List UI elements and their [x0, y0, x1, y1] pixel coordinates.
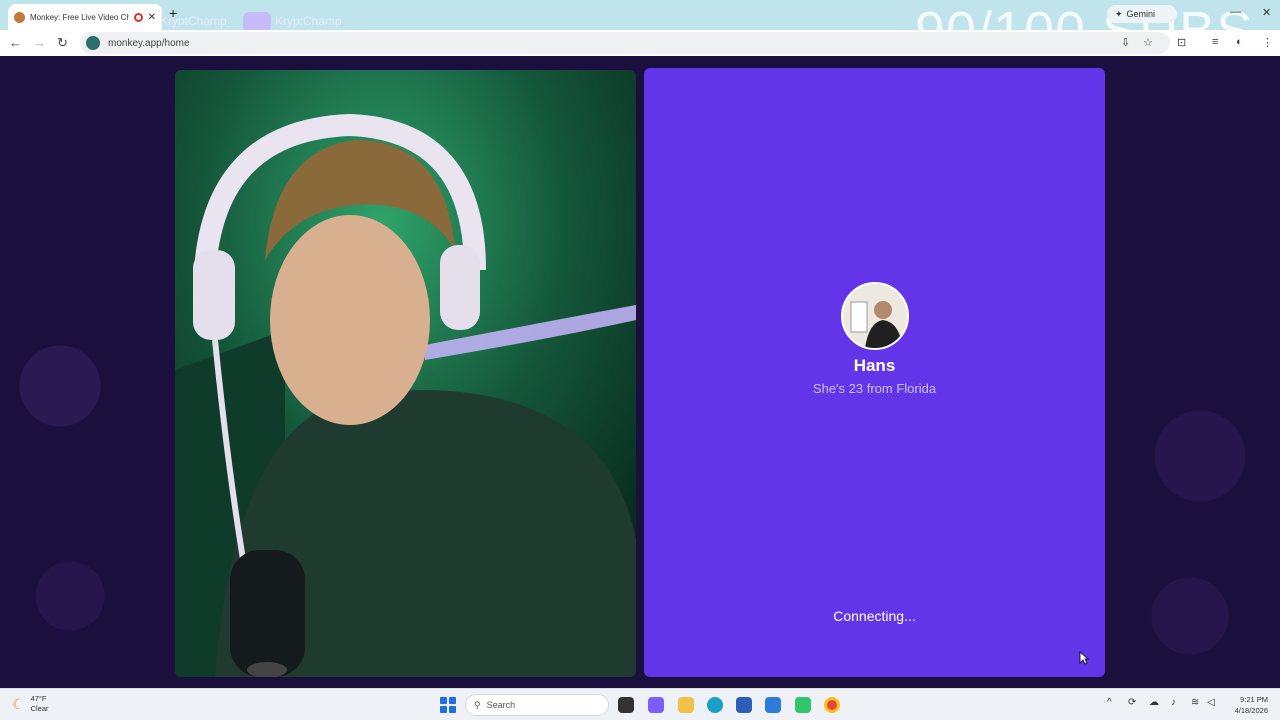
tray-cloud-icon[interactable]: ☁: [1149, 697, 1159, 708]
tab-title: Monkey: Free Live Video Chat: [30, 12, 129, 22]
outlook-icon[interactable]: [765, 697, 781, 713]
site-info-icon[interactable]: [86, 36, 100, 50]
weather-condition: Clear: [30, 704, 49, 713]
monkey-app-page: Hans She's 23 from Florida Connecting...: [0, 56, 1280, 688]
chrome-browser-icon[interactable]: [824, 697, 840, 713]
match-avatar[interactable]: [841, 282, 909, 350]
address-bar-url[interactable]: monkey.app/home: [108, 38, 190, 49]
clock-time: 9:21 PM: [1240, 695, 1268, 704]
task-view-icon[interactable]: [618, 697, 634, 713]
edge-browser-icon[interactable]: [707, 697, 723, 713]
file-explorer-icon[interactable]: [678, 697, 694, 713]
connection-status: Connecting...: [833, 608, 916, 624]
moon-weather-icon: ☾: [12, 695, 25, 712]
mouse-cursor-icon: [1079, 651, 1089, 665]
microsoft-store-icon[interactable]: [736, 697, 752, 713]
taskbar-search-placeholder: Search: [486, 700, 516, 710]
clock-date: 4/18/2026: [1234, 706, 1268, 715]
weather-widget[interactable]: ☾ 47°F Clear: [12, 694, 49, 714]
tray-microphone-icon[interactable]: ♪: [1171, 697, 1176, 708]
recording-indicator-icon: [133, 12, 143, 22]
search-icon: ⚲: [474, 699, 481, 710]
profile-icon[interactable]: ◐: [1236, 36, 1243, 48]
window-close-button[interactable]: ✕: [1262, 6, 1271, 19]
tray-overflow-chevron-icon[interactable]: ^: [1107, 697, 1112, 708]
stream-overlay-badge-icon: [243, 12, 271, 32]
stream-overlay-name-left: KryptChamp: [160, 14, 227, 28]
monkey-favicon-icon: [14, 11, 25, 23]
weather-temperature: 47°F: [30, 694, 47, 703]
forward-arrow-icon[interactable]: →: [33, 35, 46, 50]
extensions-icon[interactable]: ⊡: [1177, 36, 1186, 49]
gemini-sparkle-icon: ✦: [1115, 8, 1123, 19]
tab-close-icon[interactable]: ✕: [148, 12, 156, 23]
self-camera-image: [175, 70, 636, 677]
tray-sync-icon[interactable]: ⟳: [1128, 697, 1136, 708]
install-app-icon[interactable]: ⇩: [1121, 36, 1130, 49]
taskbar-search-box[interactable]: ⚲ Search: [465, 694, 609, 716]
browser-menu-icon[interactable]: ⋮: [1262, 36, 1273, 49]
browser-toolbar: ← → ↻ monkey.app/home ⇩ ☆ ⊡ ≡ ◐ ⋮: [0, 30, 1280, 56]
stream-overlay-name-right: Kryp:Champ: [275, 14, 342, 28]
windows-taskbar: ☾ 47°F Clear ⚲ Search ^ ⟳ ☁ ♪ ≋ ◁ 9:21 P…: [0, 688, 1280, 720]
match-name: Hans: [853, 356, 896, 375]
copilot-icon[interactable]: [648, 697, 664, 713]
tray-volume-icon[interactable]: ◁: [1207, 697, 1215, 708]
windows-start-icon[interactable]: [440, 697, 456, 713]
minimize-button[interactable]: —: [1230, 6, 1241, 18]
browser-tab-active[interactable]: Monkey: Free Live Video Chat ✕: [8, 4, 162, 30]
browser-tabstrip: Monkey: Free Live Video Chat ✕ + KryptCh…: [0, 0, 1280, 60]
reload-icon[interactable]: ↻: [57, 35, 68, 51]
green-app-icon[interactable]: [795, 697, 811, 713]
bookmark-star-icon[interactable]: ☆: [1143, 36, 1153, 49]
system-clock[interactable]: 9:21 PM 4/18/2026: [1222, 694, 1268, 716]
match-panel: Hans She's 23 from Florida Connecting...: [644, 68, 1105, 677]
address-bar[interactable]: monkey.app/home: [80, 32, 1170, 54]
back-arrow-icon[interactable]: ←: [9, 35, 22, 50]
tray-wifi-icon[interactable]: ≋: [1191, 697, 1199, 708]
match-info: She's 23 from Florida: [812, 381, 937, 396]
match-avatar-image: [843, 284, 907, 348]
media-controls-icon[interactable]: ≡: [1212, 36, 1218, 48]
gemini-label: Gemini: [1126, 9, 1156, 19]
gemini-button[interactable]: ✦ Gemini: [1107, 5, 1177, 23]
self-camera-feed: [175, 70, 636, 677]
